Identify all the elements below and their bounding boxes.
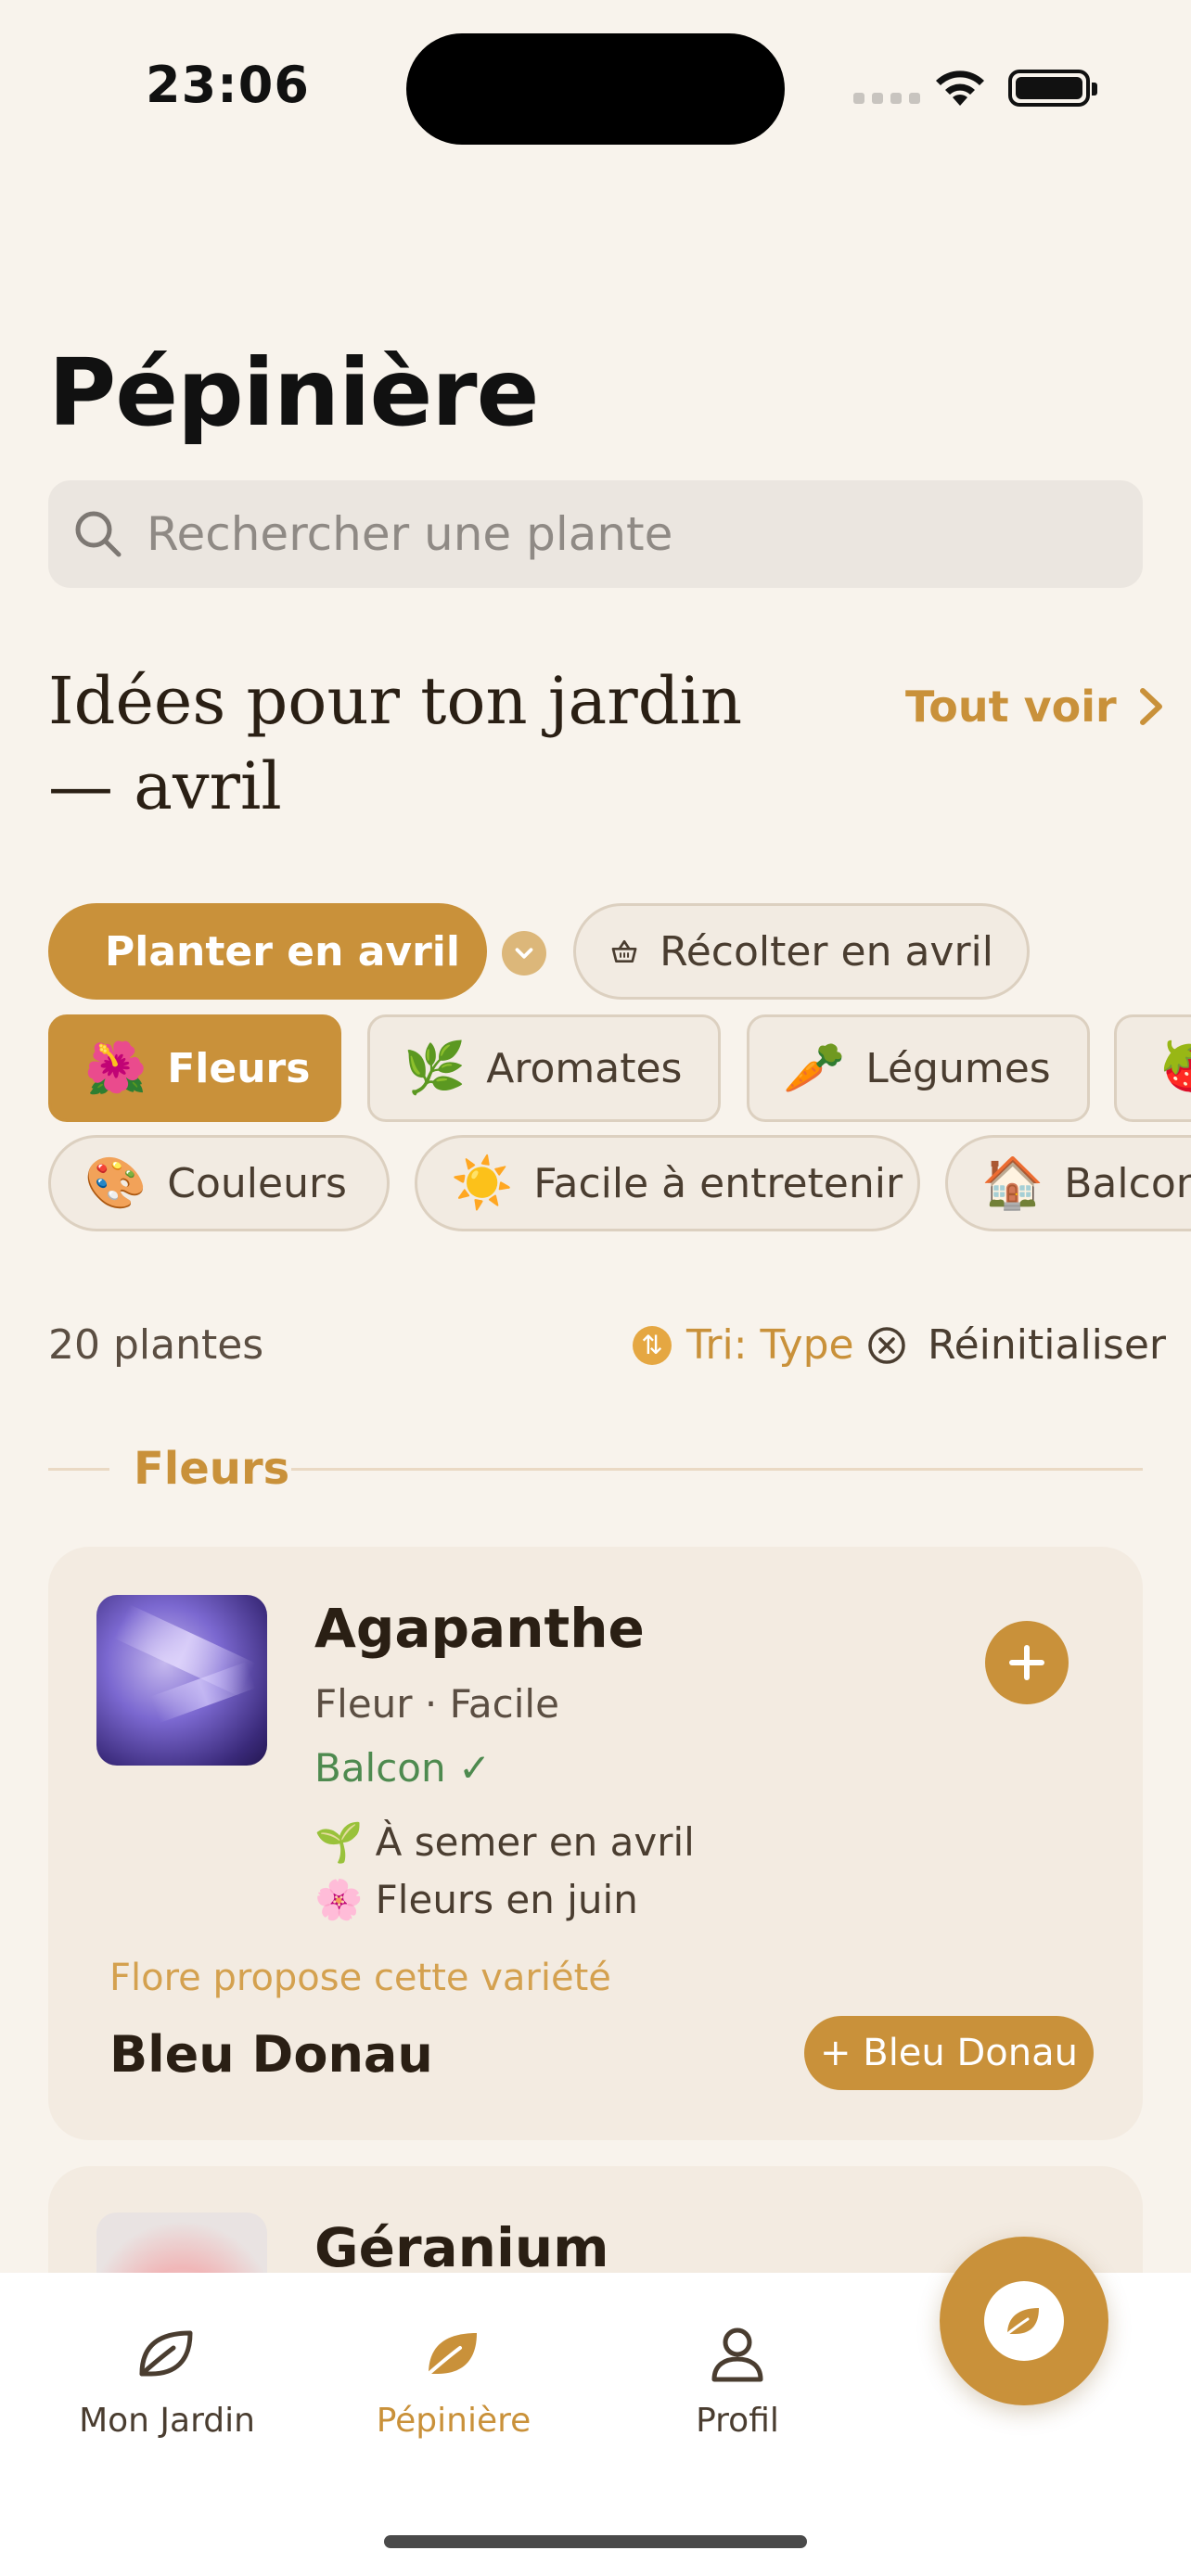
assistant-fab-button[interactable] [940, 2237, 1108, 2405]
plant-meta: Fleur · Facile [314, 1681, 559, 1727]
basket-icon [611, 939, 637, 963]
chip-couleurs[interactable]: 🎨 Couleurs [48, 1135, 390, 1231]
chip-planter-en-avril[interactable]: Planter en avril [48, 903, 487, 1000]
search-input[interactable] [147, 507, 1074, 561]
variety-name: Bleu Donau [109, 2025, 433, 2084]
add-variety-button[interactable]: + Bleu Donau [804, 2016, 1094, 2090]
tab-profil[interactable]: Profil [682, 2320, 793, 2440]
see-all-link[interactable]: Tout voir [905, 682, 1167, 732]
ideas-title: Idées pour ton jardin — avril [48, 663, 743, 824]
home-indicator[interactable] [384, 2535, 807, 2548]
chip-label: Facile à entretenir [533, 1159, 903, 1207]
tab-label: Mon Jardin [79, 2402, 255, 2440]
tab-label: Profil [696, 2402, 779, 2440]
variety-suggestion: Flore propose cette variété [109, 1957, 611, 1999]
chip-facile-a-entretenir[interactable]: ☀️ Facile à entretenir [415, 1135, 920, 1231]
chip-label: Aromates [486, 1044, 683, 1092]
chip-fleurs[interactable]: 🌺 Fleurs [48, 1014, 341, 1122]
chevron-down-icon [515, 948, 533, 959]
plant-name: Géranium [314, 2216, 609, 2279]
see-all-label: Tout voir [905, 682, 1117, 732]
chip-legumes[interactable]: 🥕 Légumes [747, 1014, 1090, 1122]
search-icon [75, 511, 122, 557]
hibiscus-icon: 🌺 [84, 1039, 147, 1097]
reset-label: Réinitialiser [928, 1321, 1166, 1369]
leaf-filled-icon [427, 2333, 477, 2376]
chip-label: Fleurs [167, 1044, 311, 1092]
chip-balcon[interactable]: 🏠 Balcon [945, 1135, 1191, 1231]
strawberry-icon: 🍓 [1158, 1039, 1191, 1098]
sort-icon: ⇅ [633, 1325, 672, 1365]
chevron-right-icon [1139, 688, 1162, 725]
carrot-icon: 🥕 [783, 1039, 846, 1097]
tab-mon-jardin[interactable]: Mon Jardin [78, 2320, 256, 2440]
battery-icon [1008, 70, 1097, 107]
search-bar[interactable] [48, 480, 1143, 588]
chip-label: Récolter en avril [660, 927, 993, 976]
herb-icon: 🌿 [403, 1039, 467, 1097]
chip-dropdown-button[interactable] [502, 931, 546, 976]
chip-fruits[interactable]: 🍓 [1114, 1014, 1191, 1122]
section-divider [291, 1468, 1143, 1471]
sun-icon: ☀️ [451, 1154, 514, 1212]
plant-name: Agapanthe [314, 1597, 645, 1660]
chip-label: Planter en avril [105, 927, 460, 976]
plant-thumbnail [96, 1595, 267, 1766]
cellular-signal-icon [853, 93, 920, 104]
reset-button[interactable]: Réinitialiser [866, 1321, 1166, 1369]
chip-label: Balcon [1064, 1159, 1191, 1207]
leaf-outline-icon [139, 2330, 193, 2377]
section-divider [48, 1468, 109, 1471]
results-count: 20 plantes [48, 1321, 264, 1369]
add-plant-button[interactable] [985, 1621, 1069, 1704]
page-title: Pépinière [48, 338, 539, 447]
chip-label: Couleurs [167, 1159, 347, 1207]
status-time: 23:06 [146, 56, 310, 114]
palette-icon: 🎨 [84, 1154, 147, 1212]
fab-inner [984, 2281, 1064, 2361]
chip-aromates[interactable]: 🌿 Aromates [367, 1014, 721, 1122]
chip-recolter-en-avril[interactable]: Récolter en avril [573, 903, 1030, 1000]
tab-pepiniere[interactable]: Pépinière [370, 2320, 537, 2440]
sort-button[interactable]: ⇅ Tri: Type [633, 1321, 854, 1369]
person-icon [711, 2327, 763, 2382]
tab-label: Pépinière [376, 2402, 531, 2440]
chip-label: Légumes [865, 1044, 1051, 1092]
section-label: Fleurs [134, 1443, 290, 1495]
close-circle-icon [868, 1326, 905, 1364]
dynamic-island [406, 33, 785, 145]
plus-icon [1009, 1645, 1044, 1680]
plant-placement: Balcon ✓ [314, 1745, 492, 1791]
wifi-icon [936, 70, 984, 106]
plant-sow-info: 🌱 À semer en avril [314, 1819, 695, 1865]
plant-bloom-info: 🌸 Fleurs en juin [314, 1877, 638, 1922]
house-icon: 🏠 [981, 1154, 1044, 1212]
sort-label: Tri: Type [686, 1321, 854, 1369]
leaf-icon [1005, 2308, 1039, 2336]
